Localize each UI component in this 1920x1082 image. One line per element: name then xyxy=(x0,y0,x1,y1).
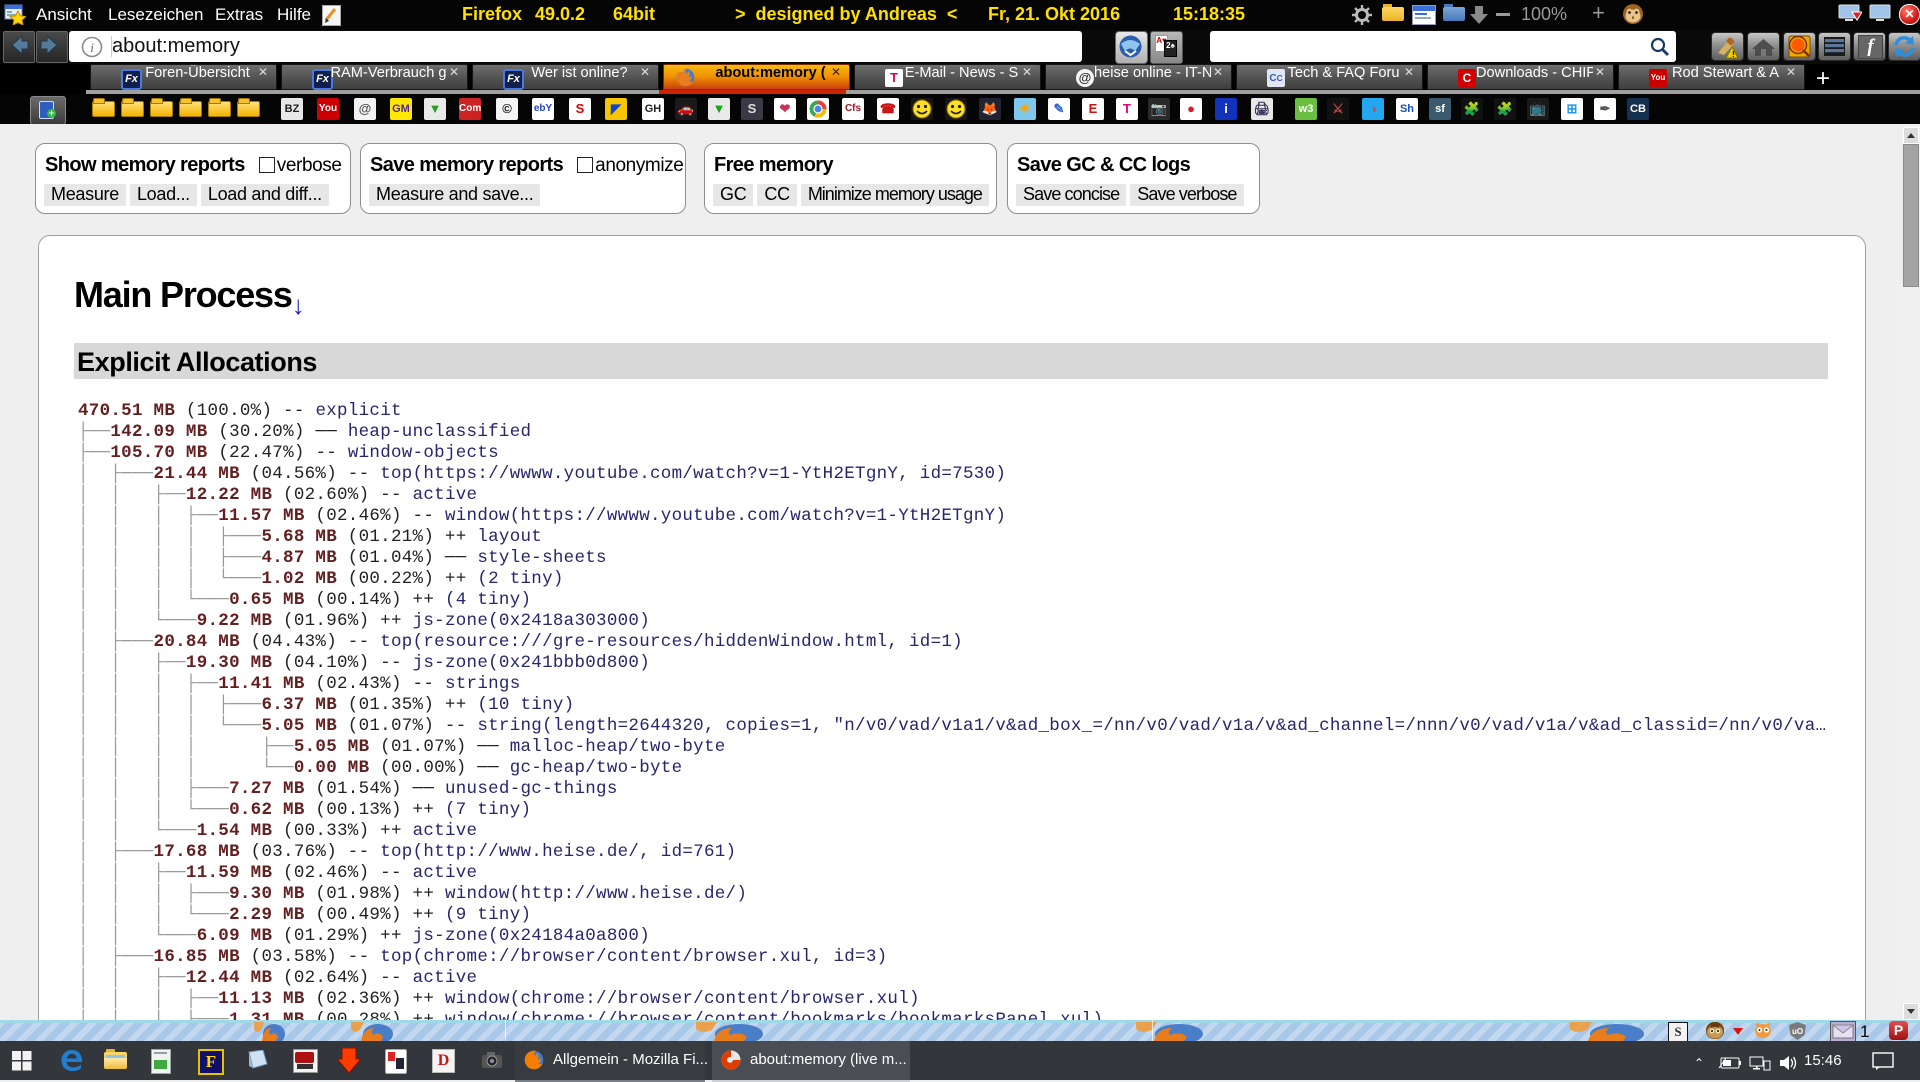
svg-text:!: ! xyxy=(1732,50,1735,59)
svg-text:i: i xyxy=(90,40,94,55)
svg-text:uO: uO xyxy=(1792,1027,1803,1036)
